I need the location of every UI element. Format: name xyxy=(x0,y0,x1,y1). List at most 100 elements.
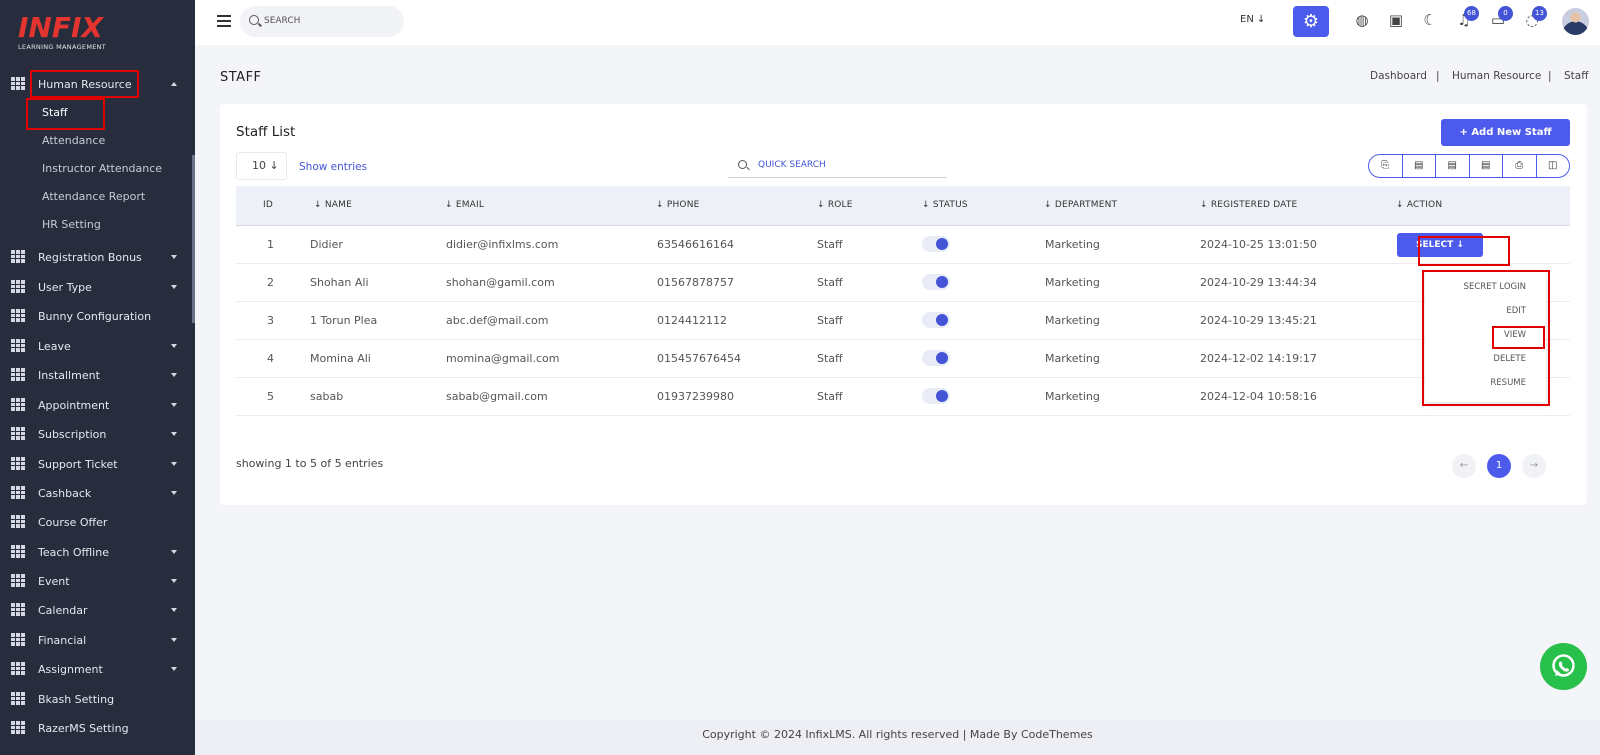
th-email[interactable]: ↓ EMAIL xyxy=(445,200,484,210)
sidebar-item-bkash-setting[interactable]: Bkash Setting xyxy=(0,687,195,711)
sidebar-item-support-ticket[interactable]: Support Ticket xyxy=(0,452,195,476)
search-input[interactable]: SEARCH xyxy=(240,6,404,37)
copy-icon[interactable]: ⎘ xyxy=(1369,155,1403,177)
cell-phone: 0124412112 xyxy=(657,314,727,327)
menu-item-secret-login[interactable]: SECRET LOGIN xyxy=(1464,282,1526,292)
status-toggle[interactable] xyxy=(922,236,950,252)
breadcrumb-staff: Staff xyxy=(1564,70,1589,82)
pdf-icon[interactable]: ▤ xyxy=(1470,155,1503,177)
menu-item-edit[interactable]: EDIT xyxy=(1506,306,1526,316)
message-badge: 0 xyxy=(1498,6,1513,21)
cell-department: Marketing xyxy=(1045,314,1100,327)
sidebar-item-financial[interactable]: Financial xyxy=(0,628,195,652)
globe-icon[interactable]: ◍ xyxy=(1352,10,1372,30)
sidebar-item-event[interactable]: Event xyxy=(0,569,195,593)
columns-icon[interactable]: ◫ xyxy=(1537,155,1570,177)
excel-icon[interactable]: ▤ xyxy=(1403,155,1436,177)
sidebar-item-assignment[interactable]: Assignment xyxy=(0,657,195,681)
breadcrumb-dashboard[interactable]: Dashboard xyxy=(1370,70,1427,82)
layout-icon[interactable]: ▣ xyxy=(1386,10,1406,30)
status-toggle[interactable] xyxy=(922,388,950,404)
whatsapp-float-button[interactable] xyxy=(1540,643,1587,690)
sidebar-item-course-offer[interactable]: Course Offer xyxy=(0,510,195,534)
sidebar-sub-hr-setting[interactable]: HR Setting xyxy=(42,218,101,231)
sort-icon: ↓ xyxy=(314,200,325,210)
cell-date: 2024-12-04 10:58:16 xyxy=(1200,390,1317,403)
sidebar-item-cashback[interactable]: Cashback xyxy=(0,481,195,505)
page-button-current[interactable]: 1 xyxy=(1487,454,1511,478)
select-button[interactable]: SELECT ↓ xyxy=(1397,233,1483,257)
bell-icon[interactable]: ♫ 68 xyxy=(1454,6,1479,30)
csv-icon[interactable]: ▤ xyxy=(1436,155,1470,177)
grid-icon xyxy=(11,77,25,90)
add-staff-button[interactable]: + Add New Staff xyxy=(1441,119,1570,146)
plus-icon: + xyxy=(1459,127,1472,138)
sidebar-item-teach-offline[interactable]: Teach Offline xyxy=(0,540,195,564)
whatsapp-icon[interactable]: ◌ 13 xyxy=(1522,6,1547,30)
cell-email: momina@gmail.com xyxy=(446,352,560,365)
toggle-knob xyxy=(936,276,948,288)
sidebar-item-installment[interactable]: Installment xyxy=(0,363,195,387)
status-toggle[interactable] xyxy=(922,274,950,290)
status-toggle[interactable] xyxy=(922,312,950,328)
grid-icon xyxy=(11,633,25,646)
sidebar-sub-instructor-attendance[interactable]: Instructor Attendance xyxy=(42,162,162,175)
gear-icon[interactable]: ⚙ xyxy=(1293,6,1329,37)
breadcrumb-sep: | xyxy=(1436,70,1440,82)
caret-down-icon xyxy=(171,403,177,407)
breadcrumb-human-resource[interactable]: Human Resource xyxy=(1452,70,1541,82)
th-registered-date[interactable]: ↓ REGISTERED DATE xyxy=(1200,200,1297,210)
infix-logo[interactable]: INFIX LEARNING MANAGEMENT xyxy=(18,14,118,54)
chat-icon[interactable]: ▭ 0 xyxy=(1488,6,1513,30)
sidebar-sub-attendance[interactable]: Attendance xyxy=(42,134,105,147)
sidebar-item-human-resource[interactable]: Human Resource xyxy=(0,72,195,96)
cell-role: Staff xyxy=(817,390,843,403)
avatar[interactable] xyxy=(1562,8,1589,35)
sidebar-item-leave[interactable]: Leave xyxy=(0,334,195,358)
print-icon[interactable]: ⎙ xyxy=(1503,155,1537,177)
sidebar-item-appointment[interactable]: Appointment xyxy=(0,393,195,417)
cell-email: sabab@gmail.com xyxy=(446,390,548,403)
menu-item-view[interactable]: VIEW xyxy=(1504,330,1526,340)
caret-down-icon xyxy=(171,550,177,554)
th-id[interactable]: ID xyxy=(263,200,273,210)
menu-item-delete[interactable]: DELETE xyxy=(1493,354,1526,364)
language-selector[interactable]: EN ↓ xyxy=(1240,14,1265,25)
menu-item-resume[interactable]: RESUME xyxy=(1490,378,1526,388)
scrollbar-thumb[interactable] xyxy=(192,155,195,323)
arrow-down-icon: ↓ xyxy=(1257,14,1266,25)
entries-select[interactable]: 10 ↓ xyxy=(236,152,287,180)
th-name[interactable]: ↓ NAME xyxy=(314,200,352,210)
card-title: Staff List xyxy=(236,124,296,140)
grid-icon xyxy=(11,280,25,293)
caret-down-icon xyxy=(171,491,177,495)
cell-email: didier@infixlms.com xyxy=(446,238,559,251)
th-phone[interactable]: ↓ PHONE xyxy=(656,200,700,210)
th-role[interactable]: ↓ ROLE xyxy=(817,200,853,210)
sidebar-item-registration-bonus[interactable]: Registration Bonus xyxy=(0,245,195,269)
cell-role: Staff xyxy=(817,352,843,365)
quick-search-input[interactable]: QUICK SEARCH xyxy=(728,152,947,178)
moon-icon[interactable]: ☾ xyxy=(1420,10,1440,30)
table-row: 5 sabab sabab@gmail.com 01937239980 Staf… xyxy=(236,378,1570,416)
cell-id: 3 xyxy=(267,314,274,327)
prev-page-button[interactable]: ← xyxy=(1452,454,1476,478)
sidebar-scrollbar[interactable] xyxy=(192,0,195,755)
sidebar-sub-attendance-report[interactable]: Attendance Report xyxy=(42,190,145,203)
table-row: 3 1 Torun Plea abc.def@mail.com 01244121… xyxy=(236,302,1570,340)
sidebar-item-bunny-configuration[interactable]: Bunny Configuration xyxy=(0,304,195,328)
sidebar-item-subscription[interactable]: Subscription xyxy=(0,422,195,446)
sidebar-item-calendar[interactable]: Calendar xyxy=(0,598,195,622)
th-action[interactable]: ↓ ACTION xyxy=(1396,200,1442,210)
sidebar-sub-staff[interactable]: Staff xyxy=(42,106,68,119)
grid-icon xyxy=(11,398,25,411)
caret-down-icon xyxy=(171,255,177,259)
th-department[interactable]: ↓ DEPARTMENT xyxy=(1044,200,1117,210)
th-status[interactable]: ↓ STATUS xyxy=(922,200,968,210)
sidebar-item-user-type[interactable]: User Type xyxy=(0,275,195,299)
hamburger-icon[interactable] xyxy=(217,15,231,27)
status-toggle[interactable] xyxy=(922,350,950,366)
sidebar-item-razerms-setting[interactable]: RazerMS Setting xyxy=(0,716,195,740)
cell-date: 2024-10-25 13:01:50 xyxy=(1200,238,1317,251)
next-page-button[interactable]: → xyxy=(1522,454,1546,478)
